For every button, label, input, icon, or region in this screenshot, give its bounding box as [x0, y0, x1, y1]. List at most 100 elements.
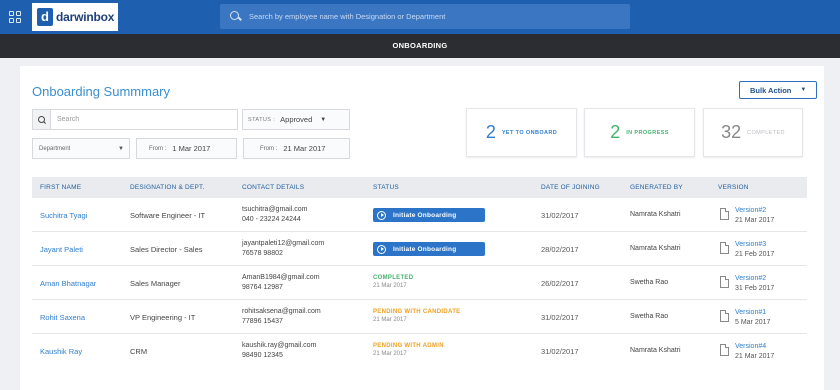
employee-name-link[interactable]: Jayant Paleti	[40, 245, 83, 254]
version-link[interactable]: Version#2	[735, 274, 774, 284]
document-icon[interactable]	[720, 344, 729, 356]
stat-label: YET TO ONBOARD	[501, 129, 558, 136]
status-filter-label: STATUS :	[248, 116, 276, 123]
status-badge: PENDING WITH CANDIDATE	[373, 309, 461, 315]
department-select[interactable]: Department ▼	[32, 138, 130, 159]
status-badge: PENDING WITH ADMIN	[373, 343, 444, 349]
status-cell: PENDING WITH ADMIN 21 Mar 2017	[373, 343, 444, 357]
contact-phone: 76578 98802	[242, 250, 283, 257]
version-link[interactable]: Version#2	[735, 206, 774, 216]
employee-name-link[interactable]: Kaushik Ray	[40, 347, 82, 356]
status-date: 21 Mar 2017	[373, 317, 407, 323]
stat-in-progress[interactable]: 2 IN PROGRESS	[584, 108, 695, 157]
search-placeholder: Search	[57, 116, 80, 123]
table-row: Aman Bhatnagar Sales Manager AmanB1984@g…	[32, 266, 807, 300]
employee-name-link[interactable]: Rohit Saxena	[40, 313, 85, 322]
contact-email: AmanB1984@gmail.com	[242, 274, 320, 281]
global-search-input[interactable]: Search by employee name with Designation…	[220, 4, 630, 29]
document-icon[interactable]	[720, 242, 729, 254]
search-icon	[37, 115, 46, 124]
bulk-action-label: Bulk Action	[750, 85, 792, 95]
version-date: 31 Feb 2017	[735, 285, 775, 292]
version-link[interactable]: Version#4	[735, 342, 774, 352]
to-date-label: From :	[260, 145, 278, 152]
search-input[interactable]: Search	[32, 109, 238, 130]
global-search-placeholder: Search by employee name with Designation…	[249, 12, 446, 21]
version-link[interactable]: Version#1	[735, 308, 770, 318]
designation-text: VP Engineering - IT	[130, 313, 196, 322]
stat-completed[interactable]: 32 COMPLETED	[703, 108, 803, 157]
stat-count: 32	[721, 122, 742, 142]
date-of-joining: 26/02/2017	[541, 279, 579, 288]
column-header[interactable]: FIRST NAME	[40, 177, 81, 198]
generated-by: Swetha Rao	[630, 313, 669, 320]
table-row: Rohit Saxena VP Engineering - IT rohitsa…	[32, 300, 807, 334]
employee-name-link[interactable]: Aman Bhatnagar	[40, 279, 96, 288]
bulk-action-button[interactable]: Bulk Action ▼	[739, 81, 817, 99]
status-filter-value: Approved	[280, 115, 313, 124]
stat-count: 2	[610, 122, 621, 142]
version-info: Version#2 31 Feb 2017	[735, 274, 774, 294]
top-header: d darwinbox Search by employee name with…	[0, 0, 840, 34]
version-date: 21 Mar 2017	[735, 217, 775, 224]
initiate-onboarding-button[interactable]: Initiate Onboarding	[373, 242, 485, 256]
generated-by: Namrata Kshatri	[630, 211, 681, 218]
version-date: 5 Mar 2017	[735, 319, 771, 326]
contact-details: kaushik.ray@gmail.com 98490 12345	[242, 341, 316, 361]
designation-text: Software Engineer - IT	[130, 211, 206, 220]
status-badge: COMPLETED	[373, 275, 414, 281]
logo-text: darwinbox	[56, 10, 115, 24]
contact-email: rohitsaksena@gmail.com	[242, 308, 321, 315]
version-info: Version#3 21 Feb 2017	[735, 240, 774, 260]
status-select[interactable]: STATUS : Approved ▼	[242, 109, 350, 130]
column-header[interactable]: DATE OF JOINING	[541, 177, 600, 198]
status-cell: PENDING WITH CANDIDATE 21 Mar 2017	[373, 309, 461, 323]
contact-phone: 98490 12345	[242, 352, 283, 359]
table-row: Jayant Paleti Sales Director - Sales jay…	[32, 232, 807, 266]
column-header[interactable]: GENERATED BY	[630, 177, 683, 198]
document-icon[interactable]	[720, 276, 729, 288]
page-title: Onboarding Summmary	[32, 84, 170, 99]
search-button[interactable]	[33, 110, 51, 129]
from-date-field[interactable]: From : 1 Mar 2017	[136, 138, 237, 159]
status-date: 21 Mar 2017	[373, 283, 407, 289]
contact-details: tsuchitra@gmail.com 040 - 23224 24244	[242, 205, 307, 225]
stat-label: COMPLETED	[747, 129, 785, 136]
document-icon[interactable]	[720, 310, 729, 322]
contact-phone: 77896 15437	[242, 318, 283, 325]
column-header[interactable]: STATUS	[373, 177, 399, 198]
column-header[interactable]: DESIGNATION & DEPT.	[130, 177, 204, 198]
designation-text: Sales Director - Sales	[130, 245, 203, 254]
contact-email: tsuchitra@gmail.com	[242, 206, 308, 213]
module-title: ONBOARDING	[392, 41, 448, 50]
contact-email: kaushik.ray@gmail.com	[242, 342, 317, 349]
table-row: Kaushik Ray CRM kaushik.ray@gmail.com 98…	[32, 334, 807, 368]
version-info: Version#2 21 Mar 2017	[735, 206, 774, 226]
version-info: Version#1 5 Mar 2017	[735, 308, 770, 328]
initiate-onboarding-label: Initiate Onboarding	[393, 245, 457, 253]
employee-name-link[interactable]: Suchitra Tyagi	[40, 211, 87, 220]
status-cell: COMPLETED 21 Mar 2017	[373, 275, 413, 289]
column-header[interactable]: VERSION	[718, 177, 749, 198]
to-date-field[interactable]: From : 21 Mar 2017	[243, 138, 350, 159]
table-row: Suchitra Tyagi Software Engineer - IT ts…	[32, 198, 807, 232]
app-grid-icon[interactable]	[9, 11, 21, 23]
contact-details: jayantpaleti12@gmail.com 76578 98802	[242, 239, 324, 259]
initiate-onboarding-label: Initiate Onboarding	[393, 211, 457, 219]
stat-count: 2	[485, 122, 496, 142]
document-icon[interactable]	[720, 208, 729, 220]
status-date: 21 Mar 2017	[373, 351, 407, 357]
play-icon	[377, 244, 386, 254]
version-date: 21 Feb 2017	[735, 251, 775, 258]
date-of-joining: 31/02/2017	[541, 313, 579, 322]
chevron-down-icon: ▼	[118, 145, 124, 152]
initiate-onboarding-button[interactable]: Initiate Onboarding	[373, 208, 485, 222]
department-placeholder: Department	[39, 145, 71, 152]
generated-by: Swetha Rao	[630, 279, 669, 286]
darwinbox-logo[interactable]: d darwinbox	[32, 3, 118, 31]
version-link[interactable]: Version#3	[735, 240, 774, 250]
stat-yet-to-onboard[interactable]: 2 YET TO ONBOARD	[466, 108, 577, 157]
column-header[interactable]: CONTACT DETAILS	[242, 177, 304, 198]
contact-details: AmanB1984@gmail.com 98764 12987	[242, 273, 320, 293]
contact-phone: 98764 12987	[242, 284, 283, 291]
